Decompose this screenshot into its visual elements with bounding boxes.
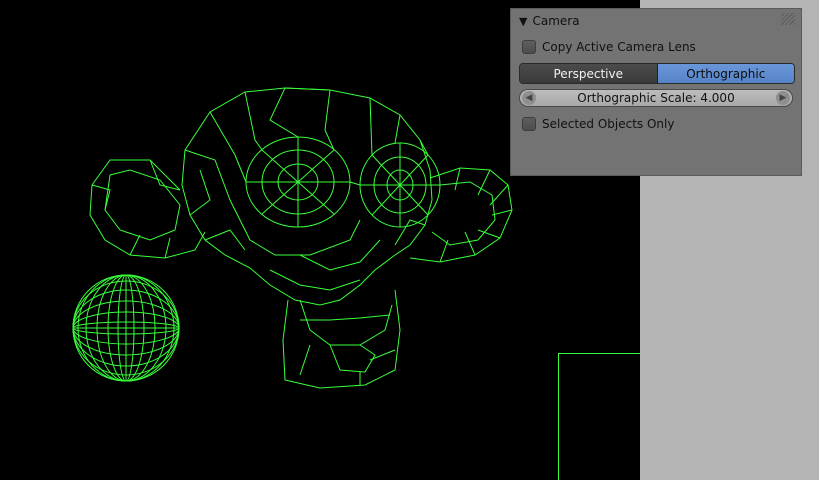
triangle-down-icon[interactable]: ▼ — [519, 15, 527, 28]
panel-title: Camera — [532, 14, 580, 28]
orthographic-scale-label: Orthographic Scale: 4.000 — [577, 91, 735, 105]
arrow-right-icon[interactable]: ▶ — [776, 91, 790, 105]
projection-toggle: Perspective Orthographic — [519, 63, 795, 84]
selected-only-checkbox[interactable] — [522, 117, 536, 131]
tab-perspective[interactable]: Perspective — [520, 64, 658, 83]
camera-panel: ▼ Camera Copy Active Camera Lens Perspec… — [510, 8, 802, 176]
grip-icon[interactable] — [781, 13, 795, 25]
selected-only-option[interactable]: Selected Objects Only — [522, 115, 674, 133]
orthographic-scale-field[interactable]: ◀ Orthographic Scale: 4.000 ▶ — [519, 89, 793, 107]
wireframe-monkey — [89, 87, 513, 389]
panel-header[interactable]: ▼ Camera — [519, 11, 580, 31]
copy-lens-label: Copy Active Camera Lens — [542, 40, 696, 54]
tab-orthographic[interactable]: Orthographic — [657, 64, 794, 83]
copy-lens-option[interactable]: Copy Active Camera Lens — [522, 38, 696, 56]
wireframe-sphere — [72, 274, 180, 382]
camera-frame-corner — [558, 353, 640, 480]
selected-only-label: Selected Objects Only — [542, 117, 675, 131]
arrow-left-icon[interactable]: ◀ — [522, 91, 536, 105]
copy-lens-checkbox[interactable] — [522, 40, 536, 54]
